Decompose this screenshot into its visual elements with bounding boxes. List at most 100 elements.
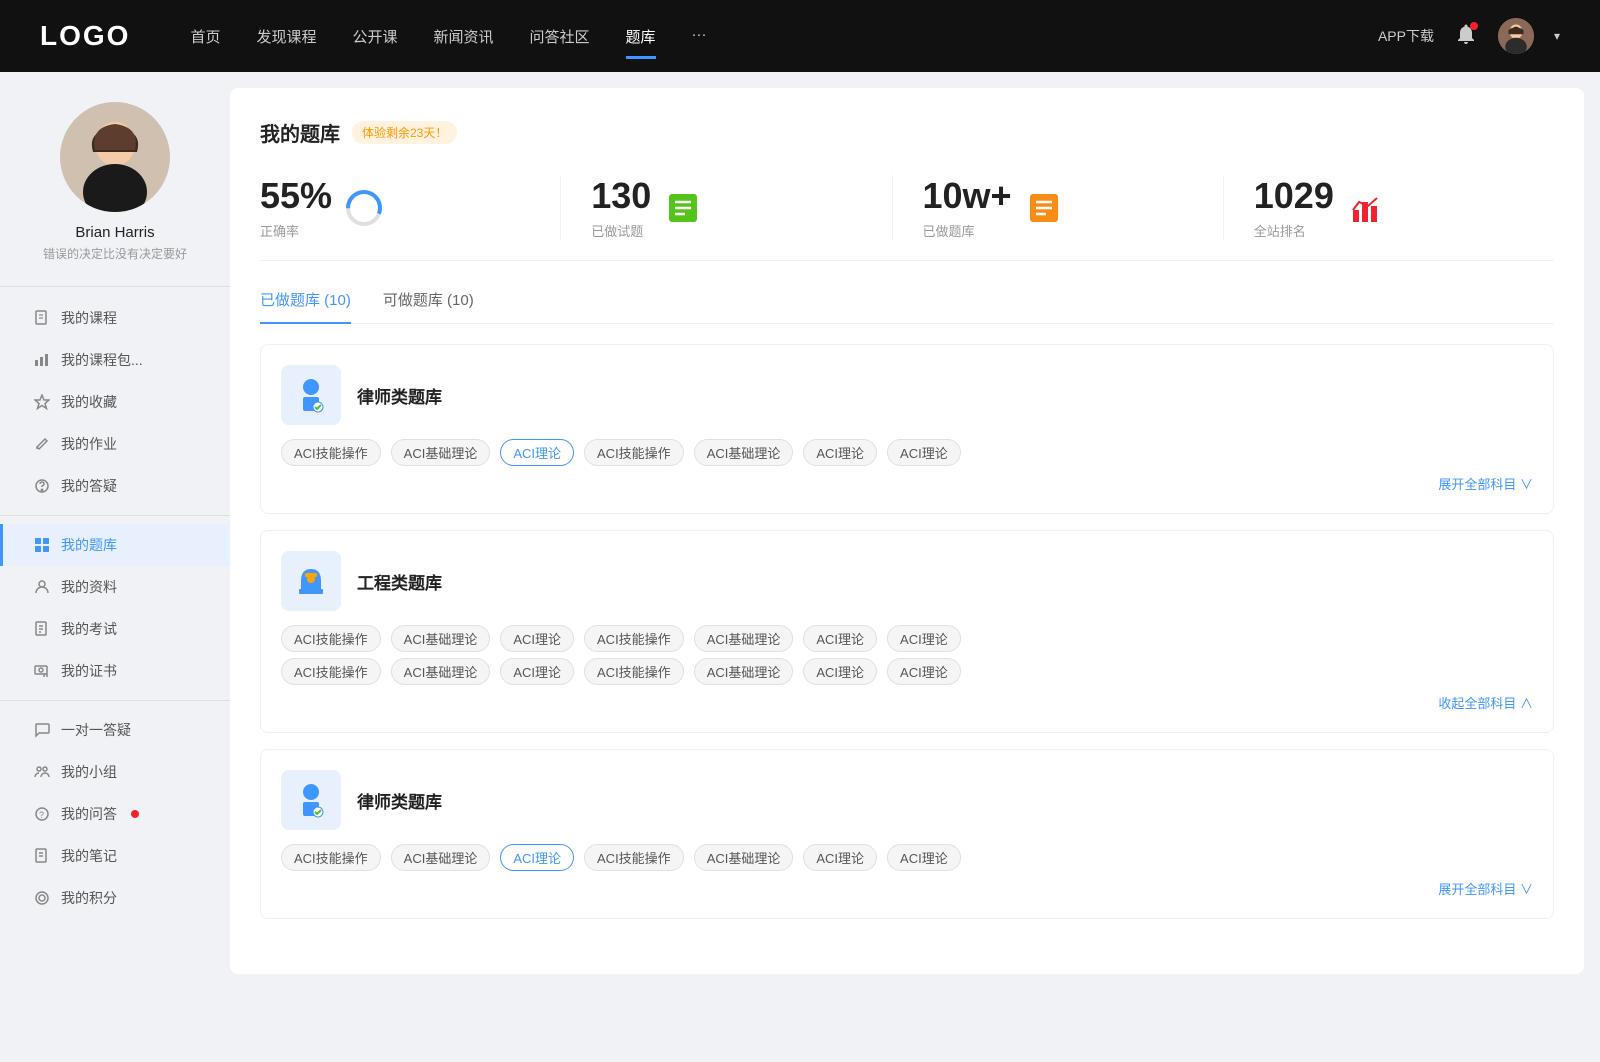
- qa-badge: [131, 810, 139, 818]
- exam-icon: [33, 620, 51, 638]
- points-icon: [33, 889, 51, 907]
- tag-lawyer-2-6[interactable]: ACI理论: [887, 844, 961, 871]
- bank-item-lawyer-1: 律师类题库 ACI技能操作 ACI基础理论 ACI理论 ACI技能操作 ACI基…: [260, 344, 1554, 514]
- stat-done-questions: 130 已做试题: [561, 175, 892, 240]
- tag-eng-r1-0[interactable]: ACI技能操作: [281, 625, 381, 652]
- main-layout: Brian Harris 错误的决定比没有决定要好 我的课程 我的课程包...: [0, 72, 1600, 990]
- menu-label-course: 我的课程: [61, 308, 117, 328]
- bank-icon-engineer: [281, 551, 341, 611]
- tag-eng-r1-4[interactable]: ACI基础理论: [694, 625, 794, 652]
- chat-icon: [33, 721, 51, 739]
- menu-item-cert[interactable]: 我的证书: [0, 650, 230, 692]
- menu-item-tutoring[interactable]: 一对一答疑: [0, 709, 230, 751]
- menu-label-cert: 我的证书: [61, 661, 117, 681]
- bank-icon-lawyer-1: [281, 365, 341, 425]
- menu-item-question-bank[interactable]: 我的题库: [0, 524, 230, 566]
- nav-open-course[interactable]: 公开课: [352, 18, 397, 55]
- tag-lawyer-1-2[interactable]: ACI理论: [500, 439, 574, 466]
- nav-question-bank[interactable]: 题库: [626, 18, 656, 55]
- done-questions-value: 130: [591, 175, 651, 217]
- tag-lawyer-2-3[interactable]: ACI技能操作: [584, 844, 684, 871]
- tag-eng-r1-6[interactable]: ACI理论: [887, 625, 961, 652]
- menu-item-course-package[interactable]: 我的课程包...: [0, 339, 230, 381]
- tag-lawyer-1-4[interactable]: ACI基础理论: [694, 439, 794, 466]
- accuracy-label: 正确率: [260, 221, 332, 240]
- tag-eng-r1-5[interactable]: ACI理论: [803, 625, 877, 652]
- stat-accuracy: 55% 正确率: [260, 175, 561, 240]
- tag-lawyer-2-4[interactable]: ACI基础理论: [694, 844, 794, 871]
- logo: LOGO: [40, 20, 130, 52]
- user-menu-chevron[interactable]: ▾: [1554, 29, 1560, 43]
- menu-item-profile[interactable]: 我的资料: [0, 566, 230, 608]
- tag-lawyer-1-0[interactable]: ACI技能操作: [281, 439, 381, 466]
- note-icon: [33, 847, 51, 865]
- tag-eng-r2-5[interactable]: ACI理论: [803, 658, 877, 685]
- collapse-link-engineer[interactable]: 收起全部科目 ∧: [281, 693, 1533, 712]
- nav-news[interactable]: 新闻资讯: [434, 18, 494, 55]
- main-content: 我的题库 体验剩余23天！ 55% 正确率 130: [230, 88, 1584, 974]
- menu-item-group[interactable]: 我的小组: [0, 751, 230, 793]
- done-questions-icon: [663, 188, 703, 228]
- tag-eng-r2-2[interactable]: ACI理论: [500, 658, 574, 685]
- menu-item-notes[interactable]: 我的笔记: [0, 835, 230, 877]
- expand-link-lawyer-2[interactable]: 展开全部科目 ∨: [281, 879, 1533, 898]
- menu-label-exam: 我的考试: [61, 619, 117, 639]
- menu-item-homework[interactable]: 我的作业: [0, 423, 230, 465]
- bank-header-engineer: 工程类题库: [281, 551, 1533, 611]
- trial-badge: 体验剩余23天！: [352, 121, 457, 144]
- tag-eng-r2-3[interactable]: ACI技能操作: [584, 658, 684, 685]
- tag-eng-r1-2[interactable]: ACI理论: [500, 625, 574, 652]
- accuracy-icon: [344, 188, 384, 228]
- user-avatar[interactable]: [1498, 18, 1534, 54]
- bar-chart-icon: [33, 351, 51, 369]
- tag-lawyer-2-5[interactable]: ACI理论: [803, 844, 877, 871]
- profile-name: Brian Harris: [75, 224, 154, 241]
- tag-eng-r1-3[interactable]: ACI技能操作: [584, 625, 684, 652]
- cert-icon: [33, 662, 51, 680]
- menu-label-homework: 我的作业: [61, 434, 117, 454]
- tags-row-lawyer-1: ACI技能操作 ACI基础理论 ACI理论 ACI技能操作 ACI基础理论 AC…: [281, 439, 1533, 466]
- tag-lawyer-1-5[interactable]: ACI理论: [803, 439, 877, 466]
- tab-done-banks[interactable]: 已做题库 (10): [260, 289, 351, 324]
- tag-eng-r2-1[interactable]: ACI基础理论: [391, 658, 491, 685]
- menu-item-favorites[interactable]: 我的收藏: [0, 381, 230, 423]
- header: LOGO 首页 发现课程 公开课 新闻资讯 问答社区 题库 ··· APP下载 …: [0, 0, 1600, 72]
- profile-avatar: [60, 102, 170, 212]
- tag-eng-r1-1[interactable]: ACI基础理论: [391, 625, 491, 652]
- bank-title-lawyer-2: 律师类题库: [357, 788, 442, 813]
- page-title: 我的题库: [260, 118, 340, 147]
- tag-lawyer-1-3[interactable]: ACI技能操作: [584, 439, 684, 466]
- tag-lawyer-1-6[interactable]: ACI理论: [887, 439, 961, 466]
- bank-item-lawyer-2: 律师类题库 ACI技能操作 ACI基础理论 ACI理论 ACI技能操作 ACI基…: [260, 749, 1554, 919]
- stats-row: 55% 正确率 130 已做试题: [260, 175, 1554, 261]
- ranking-icon: [1346, 188, 1386, 228]
- nav-home[interactable]: 首页: [190, 18, 220, 55]
- menu-item-course[interactable]: 我的课程: [0, 297, 230, 339]
- profile-section: Brian Harris 错误的决定比没有决定要好: [0, 102, 230, 287]
- expand-link-lawyer-1[interactable]: 展开全部科目 ∨: [281, 474, 1533, 493]
- nav-discover[interactable]: 发现课程: [256, 18, 316, 55]
- app-download-button[interactable]: APP下载: [1378, 26, 1434, 46]
- main-nav: 首页 发现课程 公开课 新闻资讯 问答社区 题库 ···: [190, 18, 1378, 55]
- tag-lawyer-2-2[interactable]: ACI理论: [500, 844, 574, 871]
- tag-lawyer-2-0[interactable]: ACI技能操作: [281, 844, 381, 871]
- menu-item-question[interactable]: 我的答疑: [0, 465, 230, 507]
- done-questions-label: 已做试题: [591, 221, 651, 240]
- menu-item-my-qa[interactable]: ? 我的问答: [0, 793, 230, 835]
- page-header: 我的题库 体验剩余23天！: [260, 118, 1554, 147]
- menu-item-points[interactable]: 我的积分: [0, 877, 230, 919]
- tag-eng-r2-0[interactable]: ACI技能操作: [281, 658, 381, 685]
- bank-title-lawyer-1: 律师类题库: [357, 383, 442, 408]
- notification-bell[interactable]: [1454, 22, 1478, 51]
- tag-eng-r2-4[interactable]: ACI基础理论: [694, 658, 794, 685]
- menu-label-course-package: 我的课程包...: [61, 350, 143, 370]
- nav-more[interactable]: ···: [692, 18, 707, 55]
- tag-eng-r2-6[interactable]: ACI理论: [887, 658, 961, 685]
- tag-lawyer-1-1[interactable]: ACI基础理论: [391, 439, 491, 466]
- grid-icon: [33, 536, 51, 554]
- nav-qa[interactable]: 问答社区: [530, 18, 590, 55]
- tab-available-banks[interactable]: 可做题库 (10): [383, 289, 474, 324]
- menu-item-exam[interactable]: 我的考试: [0, 608, 230, 650]
- tag-lawyer-2-1[interactable]: ACI基础理论: [391, 844, 491, 871]
- tabs: 已做题库 (10) 可做题库 (10): [260, 289, 1554, 324]
